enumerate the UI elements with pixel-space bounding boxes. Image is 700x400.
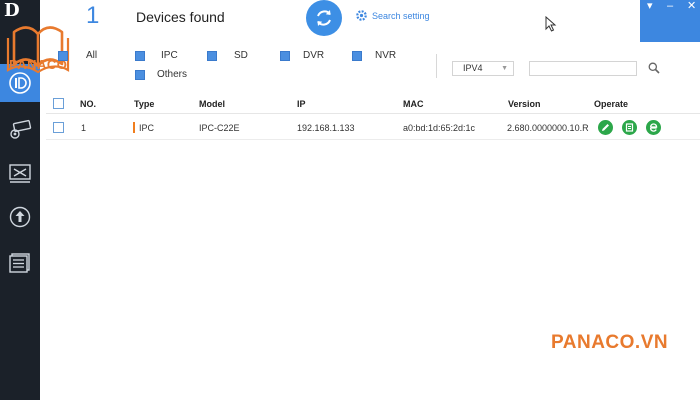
filter-all[interactable]: All: [58, 50, 97, 61]
cell-no: 1: [81, 123, 87, 133]
filter-others[interactable]: Others: [135, 69, 187, 80]
device-manager-window: D PANACO 1 Devices found Search setting …: [0, 0, 700, 400]
refresh-icon: [317, 10, 331, 26]
document-icon: [625, 123, 634, 132]
web-config-button[interactable]: [622, 120, 637, 135]
filter-nvr[interactable]: NVR: [352, 50, 396, 61]
devices-found-label: Devices found: [136, 9, 225, 25]
camera-settings-icon: [10, 119, 32, 139]
cell-version: 2.680.0000000.10.R: [507, 123, 589, 133]
dashboard-icon: [9, 72, 31, 94]
browser-e-icon: [649, 123, 658, 132]
filter-sd-checkbox[interactable]: [207, 50, 217, 61]
filter-divider: [436, 54, 437, 78]
filter-ipc[interactable]: IPC: [135, 50, 178, 61]
filter-dvr[interactable]: DVR: [280, 50, 324, 61]
column-header-mac: MAC: [403, 99, 424, 109]
table-header: NO. Type Model IP MAC Version Operate: [46, 94, 700, 114]
edit-button[interactable]: [598, 120, 613, 135]
cell-ip: 192.168.1.133: [297, 123, 355, 133]
filter-ipc-checkbox[interactable]: [135, 50, 145, 61]
document-list-icon: [9, 253, 30, 273]
filter-nvr-label: NVR: [375, 50, 397, 61]
ip-version-value: IPV4: [463, 63, 483, 73]
window-menu-icon[interactable]: ▾: [647, 0, 653, 12]
mouse-cursor-icon: [545, 16, 557, 32]
minimize-icon[interactable]: –: [667, 0, 673, 12]
search-icon[interactable]: [648, 62, 660, 74]
search-setting-label: Search setting: [372, 10, 430, 21]
column-header-no: NO.: [80, 99, 97, 109]
filter-dvr-checkbox[interactable]: [280, 50, 290, 61]
browser-button[interactable]: [646, 120, 661, 135]
filter-all-checkbox[interactable]: [58, 50, 68, 61]
column-header-ip: IP: [297, 99, 306, 109]
search-setting-button[interactable]: Search setting: [355, 9, 430, 22]
refresh-button[interactable]: [306, 0, 342, 36]
select-all-checkbox[interactable]: [53, 98, 64, 109]
sidebar-item-camera-settings[interactable]: [0, 111, 40, 149]
column-header-model: Model: [199, 99, 225, 109]
close-icon[interactable]: ✕: [687, 0, 696, 12]
search-input[interactable]: [529, 61, 637, 76]
column-header-version: Version: [508, 99, 541, 109]
filter-ipc-label: IPC: [161, 50, 178, 61]
sidebar-item-upgrade[interactable]: [0, 198, 40, 236]
brand-watermark: PANACO.VN: [551, 332, 669, 353]
filter-all-label: All: [86, 50, 98, 61]
upgrade-icon: [9, 206, 31, 228]
window-controls: ▾ – ✕: [640, 0, 700, 42]
chevron-down-icon: ▼: [501, 65, 508, 72]
cell-type: IPC: [139, 123, 155, 133]
filter-nvr-checkbox[interactable]: [352, 50, 362, 61]
column-header-operate: Operate: [594, 99, 629, 109]
ip-version-select[interactable]: IPV4 ▼: [452, 61, 514, 76]
column-header-type: Type: [134, 99, 155, 109]
filter-others-checkbox[interactable]: [135, 69, 145, 80]
filter-sd[interactable]: SD: [207, 50, 248, 61]
tools-monitor-icon: [9, 164, 31, 183]
cell-model: IPC-C22E: [199, 123, 240, 133]
table-row[interactable]: 1 IPC IPC-C22E 192.168.1.133 a0:bd:1d:65…: [46, 116, 700, 140]
sidebar-item-documents[interactable]: [0, 243, 40, 281]
device-count: 1: [86, 2, 100, 29]
row-checkbox[interactable]: [53, 122, 64, 133]
app-logo: D: [4, 0, 20, 21]
gear-icon: [356, 10, 367, 21]
cell-mac: a0:bd:1d:65:2d:1c: [403, 123, 476, 133]
filter-others-label: Others: [157, 69, 188, 80]
filter-dvr-label: DVR: [303, 50, 325, 61]
pencil-icon: [602, 124, 609, 131]
type-indicator: [133, 122, 135, 133]
filter-sd-label: SD: [234, 50, 248, 61]
sidebar-item-tools[interactable]: [0, 155, 40, 193]
